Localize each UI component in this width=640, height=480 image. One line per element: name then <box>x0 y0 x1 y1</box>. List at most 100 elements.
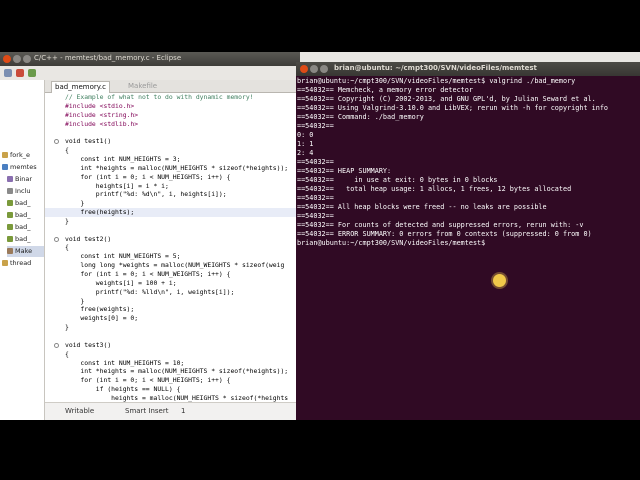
explorer-item-label: Make <box>15 247 33 255</box>
desktop-screen: C/C++ - memtest/bad_memory.c - Eclipse f… <box>0 52 640 420</box>
code-line: void test2() <box>45 235 300 244</box>
terminal-line: ==54032== All heap blocks were freed -- … <box>297 203 547 211</box>
status-insert-mode: Smart Insert <box>125 407 169 415</box>
terminal-line: 0: 0 <box>297 131 314 139</box>
code-line: const int NUM_WEIGHTS = 5; <box>45 252 300 261</box>
explorer-item-label: thread <box>10 259 32 267</box>
close-icon[interactable] <box>300 65 308 73</box>
terminal-line: ==54032== <box>297 122 334 130</box>
explorer-item[interactable]: bad_ <box>7 234 31 245</box>
terminal-line: ==54032== ERROR SUMMARY: 0 errors from 0… <box>297 230 592 238</box>
code-line-text: for (int i = 0; i < NUM_WEIGHTS; i++) { <box>65 270 231 278</box>
file-icon <box>7 248 13 254</box>
code-line: { <box>45 350 300 359</box>
code-line-text: const int NUM_HEIGHTS = 10; <box>65 358 185 367</box>
terminal-line: ==54032== in use at exit: 0 bytes in 0 b… <box>297 176 498 184</box>
code-line: { <box>45 146 300 155</box>
code-line: } <box>45 297 300 306</box>
eclipse-toolbar <box>0 66 300 81</box>
code-line: free(heights); <box>45 208 300 217</box>
minimize-icon[interactable] <box>310 65 318 73</box>
code-line: for (int i = 0; i < NUM_WEIGHTS; i++) { <box>45 270 300 279</box>
code-line: printf("%d: %lld\n", i, weights[i]); <box>45 288 300 297</box>
debug-icon[interactable] <box>28 69 36 77</box>
code-line: } <box>45 217 300 226</box>
maximize-icon[interactable] <box>320 65 328 73</box>
minimize-icon[interactable] <box>13 55 21 63</box>
mouse-cursor-highlight <box>493 274 506 287</box>
editor-tab[interactable]: bad_memory.c <box>51 81 110 93</box>
file-icon <box>7 188 13 194</box>
terminal-window[interactable]: brian@ubuntu: ~/cmpt300/SVN/videoFiles/m… <box>296 62 640 420</box>
terminal-line: 2: 4 <box>297 149 314 157</box>
explorer-item[interactable]: Binar <box>7 174 32 185</box>
file-icon <box>2 260 8 266</box>
terminal-line: ==54032== <box>297 194 334 202</box>
code-line-text: if (heights == NULL) { <box>65 385 181 394</box>
code-line-text: for (int i = 0; i < NUM_HEIGHTS; i++) { <box>65 376 231 385</box>
terminal-line: ==54032== Command: ./bad_memory <box>297 113 424 121</box>
code-line: void test1() <box>45 137 300 146</box>
terminal-line: ==54032== <box>297 212 334 220</box>
explorer-item[interactable]: fork_e <box>2 150 30 161</box>
new-icon[interactable] <box>4 69 12 77</box>
code-line: for (int i = 0; i < NUM_HEIGHTS; i++) { <box>45 173 300 182</box>
terminal-titlebar: brian@ubuntu: ~/cmpt300/SVN/videoFiles/m… <box>296 62 640 76</box>
terminal-window-title: brian@ubuntu: ~/cmpt300/SVN/videoFiles/m… <box>334 64 537 72</box>
code-line-text: { <box>65 146 69 155</box>
code-line: int *heights = malloc(NUM_HEIGHTS * size… <box>45 164 300 173</box>
editor-tab-label: Makefile <box>128 82 158 90</box>
code-line-text: const int NUM_WEIGHTS = 5; <box>65 252 181 261</box>
file-icon <box>2 152 8 158</box>
terminal-line: ==54032== total heap usage: 1 allocs, 1 … <box>297 185 572 193</box>
explorer-item-label: Binar <box>15 175 33 183</box>
code-line: // Example of what not to do with dynami… <box>45 93 300 102</box>
file-icon <box>7 212 13 218</box>
code-line-text: } <box>65 216 69 225</box>
terminal-line: brian@ubuntu:~/cmpt300/SVN/videoFiles/me… <box>297 77 576 85</box>
editor-tab-bar: bad_memory.c Makefile <box>45 80 300 93</box>
code-line-text: printf("%d: %lld\n", i, weights[i]); <box>65 287 235 296</box>
editor-tab[interactable]: Makefile <box>125 81 160 92</box>
eclipse-window: C/C++ - memtest/bad_memory.c - Eclipse f… <box>0 52 300 420</box>
explorer-item[interactable]: bad_ <box>7 198 31 209</box>
explorer-item[interactable]: memtes <box>2 162 37 173</box>
code-line: free(weights); <box>45 305 300 314</box>
code-line-text: int *heights = malloc(NUM_HEIGHTS * size… <box>65 367 289 376</box>
terminal-line: ==54032== Copyright (C) 2002-2013, and G… <box>297 95 596 103</box>
explorer-item[interactable]: thread <box>2 258 31 269</box>
code-editor[interactable]: bad_memory.c Makefile // Example of what … <box>45 80 300 420</box>
build-icon[interactable] <box>16 69 24 77</box>
terminal-output[interactable]: brian@ubuntu:~/cmpt300/SVN/videoFiles/me… <box>297 77 640 420</box>
code-line-text: int *heights = malloc(NUM_HEIGHTS * size… <box>65 163 289 172</box>
fold-toggle-icon[interactable] <box>54 236 59 242</box>
code-line-text: // Example of what not to do with dynami… <box>65 93 254 101</box>
fold-toggle-icon[interactable] <box>54 139 59 145</box>
code-line: heights[i] = i * i; <box>45 182 300 191</box>
explorer-item[interactable]: Make <box>7 246 44 257</box>
explorer-item[interactable]: bad_ <box>7 210 31 221</box>
code-line-text: void test3() <box>65 340 112 349</box>
fold-toggle-icon[interactable] <box>54 342 59 348</box>
eclipse-titlebar: C/C++ - memtest/bad_memory.c - Eclipse <box>0 52 300 66</box>
code-line-text: #include <stdio.h> <box>65 101 135 110</box>
code-line-text: heights[i] = i * i; <box>65 181 169 190</box>
code-line: weights[0] = 0; <box>45 314 300 323</box>
code-line-text: weights[i] = 100 + i; <box>65 278 177 287</box>
code-line: } <box>45 323 300 332</box>
code-line-text: printf("%d: %d\n", i, heights[i]); <box>65 190 227 199</box>
terminal-line: ==54032== <box>297 158 334 166</box>
close-icon[interactable] <box>3 55 11 63</box>
file-icon <box>7 176 13 182</box>
file-icon <box>2 164 8 170</box>
code-area[interactable]: // Example of what not to do with dynami… <box>45 93 300 402</box>
code-line-text: } <box>65 199 85 208</box>
maximize-icon[interactable] <box>23 55 31 63</box>
eclipse-window-title: C/C++ - memtest/bad_memory.c - Eclipse <box>34 54 182 62</box>
code-line-text: free(weights); <box>65 305 135 314</box>
explorer-item[interactable]: bad_ <box>7 222 31 233</box>
explorer-item[interactable]: Inclu <box>7 186 31 197</box>
editor-tab-label: bad_memory.c <box>55 83 106 91</box>
